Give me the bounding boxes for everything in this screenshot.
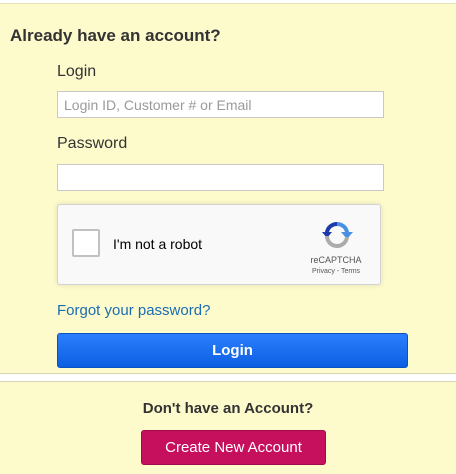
login-id-input[interactable] — [57, 91, 384, 118]
login-panel: Already have an account? Login Password … — [0, 3, 456, 374]
recaptcha-checkbox-label: I'm not a robot — [113, 236, 203, 252]
forgot-password-link[interactable]: Forgot your password? — [57, 302, 210, 319]
password-field-label: Password — [57, 135, 128, 152]
section-divider — [0, 373, 456, 382]
password-input[interactable] — [57, 164, 384, 191]
signup-panel: Don't have an Account? Create New Accoun… — [0, 382, 456, 474]
login-button[interactable]: Login — [57, 333, 408, 368]
recaptcha-logo-icon — [322, 221, 353, 249]
login-page: Already have an account? Login Password … — [0, 0, 456, 474]
login-heading: Already have an account? — [10, 26, 221, 45]
login-field-label: Login — [57, 63, 97, 80]
create-account-button[interactable]: Create New Account — [141, 430, 326, 465]
recaptcha-checkbox[interactable] — [72, 229, 100, 257]
recaptcha-brand-text: reCAPTCHA — [310, 255, 362, 265]
recaptcha-terms-link[interactable]: Privacy - Terms — [294, 268, 378, 275]
recaptcha-widget: I'm not a robot reCAPTCHA Privacy - Term… — [57, 204, 381, 285]
signup-heading: Don't have an Account? — [142, 400, 314, 417]
